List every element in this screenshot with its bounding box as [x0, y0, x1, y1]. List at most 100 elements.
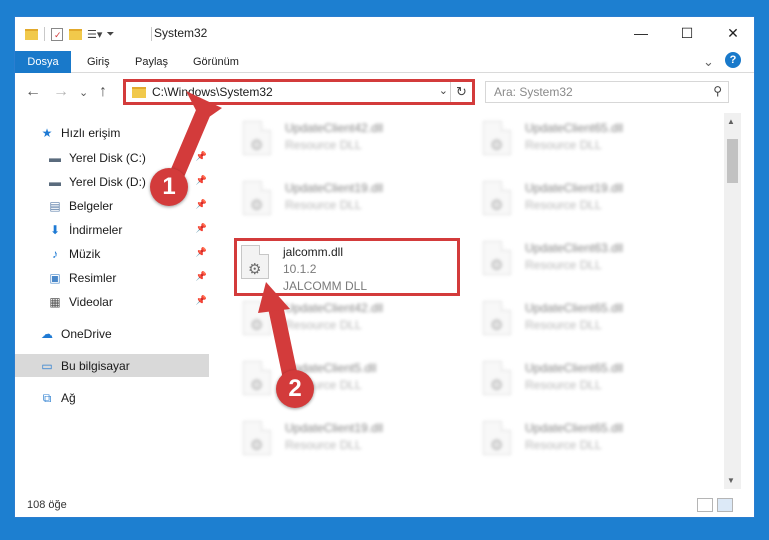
pin-icon[interactable]: 📌 [196, 223, 207, 234]
sidebar-item-hızlı-erişim[interactable]: ★ Hızlı erişim [15, 121, 209, 144]
sidebar-item-label: OneDrive [61, 326, 112, 341]
address-bar[interactable]: C:\Windows\System32 ⌄ ↻ [123, 79, 475, 105]
file-description: Resource DLL [525, 378, 602, 392]
search-input[interactable]: Ara: System32 [494, 85, 573, 99]
sidebar-item-müzik[interactable]: ♪ Müzik 📌 [15, 242, 209, 265]
file-description: Resource DLL [285, 318, 362, 332]
title-bar: ✓ ☰▾ ⏷ System32 — ☐ ✕ [15, 17, 754, 49]
scroll-down-icon[interactable]: ▼ [727, 476, 735, 485]
folder-icon [25, 28, 38, 40]
file-tile[interactable]: ⚙ UpdateClient19.dll Resource DLL [239, 177, 465, 235]
properties-icon[interactable]: ✓ [51, 27, 63, 41]
file-name: UpdateClient63.dll [525, 241, 624, 255]
computer-icon: ▭ [41, 358, 53, 373]
dll-file-icon: ⚙ [243, 361, 271, 395]
pin-icon[interactable]: 📌 [196, 151, 207, 162]
file-tile[interactable]: ⚙ UpdateClient63.dll Resource DLL [479, 237, 705, 295]
pin-icon[interactable]: 📌 [196, 247, 207, 258]
sidebar-item-label: Ağ [61, 390, 76, 405]
network-icon: ⧉ [42, 390, 52, 405]
ribbon-tabs: Dosya Giriş Paylaş Görünüm ⌄ ? [15, 49, 754, 73]
file-tile[interactable]: ⚙ UpdateClient65.dll Resource DLL [479, 357, 705, 415]
pin-icon[interactable]: 📌 [196, 271, 207, 282]
pictures-icon: ▣ [49, 270, 61, 285]
sidebar-item-onedrive[interactable]: ☁ OneDrive [15, 322, 209, 345]
sidebar-item-label: İndirmeler [69, 222, 123, 237]
details-view-button[interactable] [697, 498, 713, 512]
forward-button[interactable]: → [53, 83, 69, 101]
dll-file-icon: ⚙ [243, 421, 271, 455]
sidebar-item-ağ[interactable]: ⧉ Ağ [15, 386, 209, 409]
search-box[interactable]: Ara: System32 ⚲ [485, 81, 729, 103]
file-tile[interactable]: ⚙ UpdateClient42.dll Resource DLL [239, 297, 465, 355]
file-description: Resource DLL [525, 318, 602, 332]
drive-icon: ▬ [49, 174, 61, 189]
file-list: ⚙ UpdateClient42.dll Resource DLL ⚙ UpdateCl… [223, 113, 735, 489]
view-menu-icon[interactable]: ☰▾ [87, 28, 102, 41]
pin-icon[interactable]: 📌 [196, 199, 207, 210]
close-button[interactable]: ✕ [710, 17, 754, 49]
gear-icon: ⚙ [490, 437, 504, 454]
file-description: Resource DLL [285, 438, 362, 452]
sidebar-item-videolar[interactable]: ▦ Videolar 📌 [15, 290, 209, 313]
status-bar: 108 öğe [15, 493, 754, 517]
step-2-badge: 2 [276, 370, 314, 408]
file-description: Resource DLL [525, 198, 602, 212]
dll-file-icon: ⚙ [243, 181, 271, 215]
sidebar-item-i-ndirmeler[interactable]: ⬇ İndirmeler 📌 [15, 218, 209, 241]
address-path[interactable]: C:\Windows\System32 [152, 85, 273, 99]
sidebar-item-bu-bilgisayar[interactable]: ▭ Bu bilgisayar [15, 354, 209, 377]
scroll-up-icon[interactable]: ▲ [727, 117, 735, 126]
window-title: System32 [154, 26, 208, 40]
new-folder-icon[interactable] [69, 28, 82, 40]
downloads-icon: ⬇ [49, 222, 61, 237]
file-name: UpdateClient19.dll [285, 181, 384, 195]
dll-file-icon: ⚙ [483, 241, 511, 275]
sidebar-item-label: Belgeler [69, 198, 114, 213]
step-1-badge: 1 [150, 168, 188, 206]
help-icon[interactable]: ? [725, 52, 741, 68]
recent-locations-button[interactable]: ⌄ [79, 86, 88, 99]
dll-file-icon: ⚙ [483, 121, 511, 155]
tab-view[interactable]: Görünüm [185, 51, 247, 73]
file-tile[interactable]: ⚙ UpdateClient65.dll Resource DLL [479, 297, 705, 355]
music-icon: ♪ [52, 246, 58, 261]
gear-icon: ⚙ [250, 197, 264, 214]
sidebar-item-label: Resimler [69, 270, 117, 285]
tab-share[interactable]: Paylaş [127, 51, 176, 73]
up-button[interactable]: ↑ [99, 83, 107, 101]
pin-icon[interactable]: 📌 [196, 295, 207, 306]
minimize-button[interactable]: — [618, 17, 664, 49]
ribbon-expand-icon[interactable]: ⌄ [703, 54, 714, 70]
file-tile[interactable]: ⚙ UpdateClient19.dll Resource DLL [239, 417, 465, 475]
file-name: UpdateClient42.dll [285, 121, 384, 135]
customize-qa-icon[interactable]: ⏷ [106, 29, 114, 40]
pin-icon[interactable]: 📌 [196, 175, 207, 186]
chevron-down-icon[interactable]: ⌄ [439, 84, 448, 97]
dll-file-icon: ⚙ [243, 121, 271, 155]
jalcomm-file-tile[interactable]: ⚙ jalcomm.dll 10.1.2 JALCOMM DLL [234, 238, 460, 296]
search-icon[interactable]: ⚲ [713, 84, 722, 98]
sidebar-item-label: Yerel Disk (D:) [69, 174, 146, 189]
scroll-thumb[interactable] [727, 139, 738, 183]
refresh-button[interactable]: ↻ [450, 82, 472, 102]
sidebar-item-yerel-disk-c-[interactable]: ▬ Yerel Disk (C:) 📌 [15, 146, 209, 169]
file-description: Resource DLL [285, 138, 362, 152]
vertical-scrollbar[interactable]: ▲ ▼ [724, 113, 741, 489]
large-icons-view-button[interactable] [717, 498, 733, 512]
file-tile[interactable]: ⚙ UpdateClient5.dll Resource DLL [239, 357, 465, 415]
videos-icon: ▦ [49, 294, 61, 309]
sidebar-item-resimler[interactable]: ▣ Resimler 📌 [15, 266, 209, 289]
file-tile[interactable]: ⚙ UpdateClient42.dll Resource DLL [239, 117, 465, 175]
maximize-button[interactable]: ☐ [664, 17, 710, 49]
tab-file[interactable]: Dosya [15, 51, 71, 73]
gear-icon: ⚙ [250, 437, 264, 454]
back-button[interactable]: ← [25, 83, 41, 101]
file-tile[interactable]: ⚙ UpdateClient65.dll Resource DLL [479, 417, 705, 475]
file-description: JALCOMM DLL [283, 279, 368, 293]
tab-home[interactable]: Giriş [79, 51, 118, 73]
file-tile[interactable]: ⚙ UpdateClient19.dll Resource DLL [479, 177, 705, 235]
folder-icon [132, 87, 146, 98]
file-tile[interactable]: ⚙ UpdateClient65.dll Resource DLL [479, 117, 705, 175]
dll-file-icon: ⚙ [241, 245, 269, 279]
